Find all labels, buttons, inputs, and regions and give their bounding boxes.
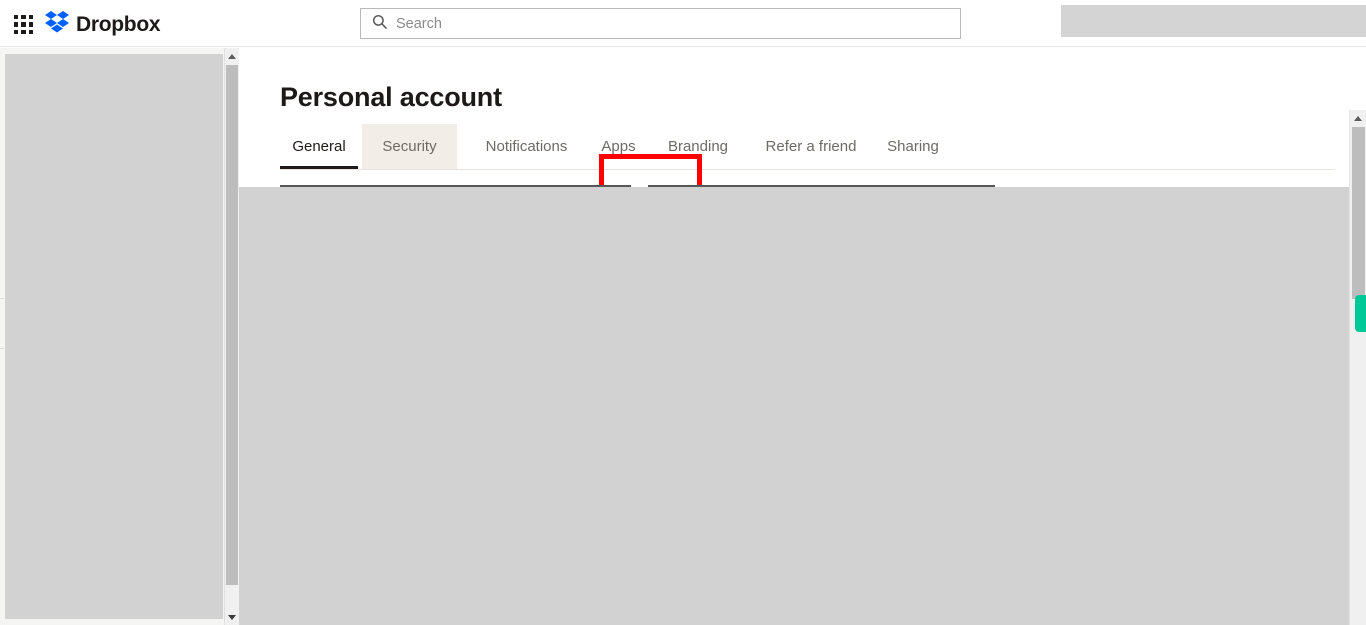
tab-refer-a-friend[interactable]: Refer a friend bbox=[755, 124, 867, 169]
tab-sharing[interactable]: Sharing bbox=[879, 124, 947, 169]
dropbox-logo-icon bbox=[45, 11, 69, 38]
tab-strip-baseline bbox=[280, 169, 1335, 170]
scroll-up-arrow-icon[interactable] bbox=[1350, 110, 1366, 126]
settings-tab-strip: General Security Notifications Apps Branding… bbox=[280, 124, 1335, 170]
main-content-placeholder bbox=[239, 187, 1366, 625]
sidebar-scrollbar-thumb[interactable] bbox=[226, 65, 238, 585]
search-icon bbox=[372, 14, 387, 34]
scroll-down-arrow-icon[interactable] bbox=[225, 609, 239, 625]
apps-grid-icon[interactable] bbox=[14, 15, 33, 34]
scroll-up-arrow-icon[interactable] bbox=[225, 48, 239, 64]
tab-security[interactable]: Security bbox=[362, 124, 457, 169]
header-right-region bbox=[1061, 5, 1366, 37]
page-title: Personal account bbox=[280, 82, 502, 113]
sidebar-divider-upper bbox=[0, 298, 4, 299]
brand-wordmark: Dropbox bbox=[76, 13, 161, 36]
top-header-bar: Dropbox bbox=[0, 0, 1366, 47]
page-scrollbar[interactable] bbox=[1349, 110, 1366, 625]
left-sidebar bbox=[0, 48, 230, 625]
search-input[interactable] bbox=[396, 10, 916, 37]
tab-general[interactable]: General bbox=[280, 124, 358, 169]
main-content-panel: Personal account General Security Notifica… bbox=[239, 48, 1366, 625]
tab-branding[interactable]: Branding bbox=[659, 124, 737, 169]
tab-notifications[interactable]: Notifications bbox=[473, 124, 580, 169]
sidebar-divider-lower bbox=[0, 348, 4, 349]
floating-action-tab[interactable] bbox=[1355, 295, 1366, 332]
dropbox-home-link[interactable]: Dropbox bbox=[45, 11, 161, 38]
search-box[interactable] bbox=[360, 8, 961, 39]
sidebar-content-placeholder bbox=[5, 54, 223, 619]
tab-apps[interactable]: Apps bbox=[595, 124, 642, 169]
page-scrollbar-thumb[interactable] bbox=[1352, 127, 1365, 299]
sidebar-scrollbar[interactable] bbox=[224, 48, 239, 625]
